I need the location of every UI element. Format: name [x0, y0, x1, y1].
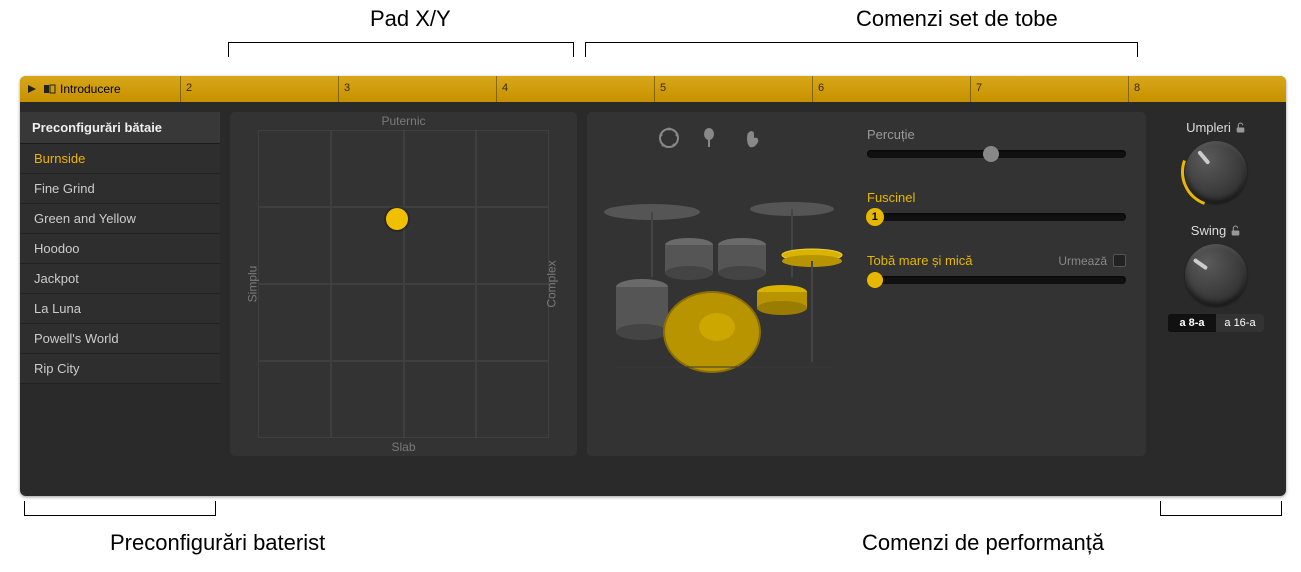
kick-snare-control: Tobă mare și mică Urmează [867, 253, 1126, 284]
bracket-graphic [585, 42, 1138, 56]
bracket-graphic [1160, 502, 1282, 516]
fills-label: Umpleri [1186, 120, 1246, 135]
preset-item[interactable]: Burnside [20, 144, 220, 174]
eighth-note-option[interactable]: a 8-a [1168, 314, 1216, 332]
annotation-performance: Comenzi de performanță [862, 530, 1104, 556]
preset-item[interactable]: La Luna [20, 294, 220, 324]
preset-item[interactable]: Rip City [20, 354, 220, 384]
presets-header: Preconfigurări bătaie [20, 112, 220, 144]
ruler-tick: 5 [660, 82, 666, 94]
swing-note-value-toggle[interactable]: a 8-a a 16-a [1168, 314, 1264, 332]
annotation-presets: Preconfigurări baterist [110, 530, 325, 556]
bracket-graphic [24, 502, 216, 516]
swing-knob[interactable] [1185, 244, 1247, 306]
hihat-control: Fuscinel 1 [867, 190, 1126, 221]
performance-controls: Umpleri Swing a 8-a a 16-a [1156, 112, 1276, 456]
beat-presets-list: Preconfigurări bătaie Burnside Fine Grin… [20, 112, 220, 456]
timeline-ruler[interactable]: Introducere 2 3 4 5 6 7 8 [20, 76, 1286, 102]
preset-item[interactable]: Powell's World [20, 324, 220, 354]
ruler-tick: 3 [344, 82, 350, 94]
drumkit-visual [587, 112, 857, 456]
annotation-kit-controls: Comenzi set de tobe [856, 6, 1058, 32]
drumkit-icon[interactable] [597, 182, 847, 392]
slider-thumb[interactable] [983, 146, 999, 162]
preset-item[interactable]: Fine Grind [20, 174, 220, 204]
xy-label-complex: Complex [544, 260, 558, 307]
fills-knob[interactable] [1185, 141, 1247, 203]
hihat-pattern-badge[interactable]: 1 [866, 208, 884, 226]
ruler-tick: 6 [818, 82, 824, 94]
bracket-graphic [228, 42, 574, 56]
follow-checkbox[interactable] [1113, 254, 1126, 267]
kick-snare-label: Tobă mare și mică Urmează [867, 253, 1126, 268]
xy-label-loud: Puternic [381, 114, 425, 128]
ruler-tick: 4 [502, 82, 508, 94]
kick-snare-slider[interactable] [867, 276, 1126, 284]
annotation-xy-pad: Pad X/Y [370, 6, 451, 32]
preset-item[interactable]: Jackpot [20, 264, 220, 294]
shaker-icon[interactable] [699, 126, 723, 156]
region-name: Introducere [60, 82, 121, 96]
xy-pad[interactable]: Puternic Slab Simplu Complex [230, 112, 577, 456]
unlock-icon[interactable] [1235, 122, 1246, 133]
play-icon[interactable] [26, 84, 38, 94]
preset-item[interactable]: Green and Yellow [20, 204, 220, 234]
slider-thumb[interactable] [867, 272, 883, 288]
swing-label: Swing [1191, 223, 1241, 238]
xy-label-simple: Simplu [245, 266, 259, 303]
percussion-slider[interactable] [867, 150, 1126, 158]
percussion-label: Percuție [867, 127, 1126, 142]
xy-grid [258, 130, 549, 438]
tambourine-icon[interactable] [657, 126, 681, 156]
unlock-icon[interactable] [1230, 225, 1241, 236]
handclap-icon[interactable] [741, 126, 765, 156]
ruler-tick: 7 [976, 82, 982, 94]
hihat-label: Fuscinel [867, 190, 1126, 205]
region-icon[interactable] [44, 84, 56, 94]
follow-toggle[interactable]: Urmează [1058, 254, 1126, 268]
ruler-tick: 8 [1134, 82, 1140, 94]
percussion-control: Percuție [867, 127, 1126, 158]
drumkit-panel: Percuție Fuscinel 1 Tobă mare și mică [587, 112, 1146, 456]
xy-label-soft: Slab [391, 440, 415, 454]
ruler-tick: 2 [186, 82, 192, 94]
preset-item[interactable]: Hoodoo [20, 234, 220, 264]
drummer-editor-panel: Introducere 2 3 4 5 6 7 8 Preconfigurări… [20, 76, 1286, 496]
hihat-slider[interactable]: 1 [867, 213, 1126, 221]
sixteenth-note-option[interactable]: a 16-a [1216, 314, 1264, 332]
